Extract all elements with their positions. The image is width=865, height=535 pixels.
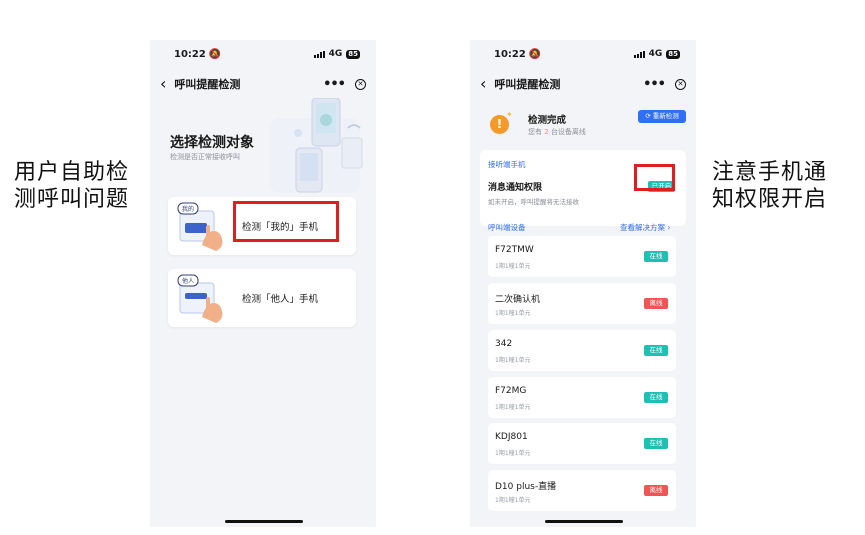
home-indicator[interactable] xyxy=(545,520,623,523)
device-status-badge: 在线 xyxy=(644,392,668,403)
page-title: 选择检测对象 xyxy=(170,135,254,151)
device-card[interactable]: 二次确认机 1期1幢1单元 离线 xyxy=(488,283,676,324)
device-name: F72TMW xyxy=(495,245,534,255)
device-status-badge: 在线 xyxy=(644,438,668,449)
more-icon[interactable]: ••• xyxy=(323,77,346,92)
close-icon[interactable]: ✕ xyxy=(355,78,366,90)
answer-section-label: 接听端手机 xyxy=(488,160,526,169)
battery-icon: 85 xyxy=(346,49,360,59)
device-location: 1期1幢1单元 xyxy=(495,497,531,504)
nav-bar: ‹ 呼叫提醒检测 ••• ✕ xyxy=(470,70,696,98)
back-icon[interactable]: ‹ xyxy=(480,76,486,92)
right-caption: 注意手机通知权限开启 xyxy=(712,160,828,212)
device-name: D10 plus-直播 xyxy=(495,482,557,492)
status-bar: 10:22 🔕 4G 85 xyxy=(150,40,376,68)
phone-check-illustration-icon xyxy=(270,98,363,193)
phone-screen-result: 10:22 🔕 4G 85 ‹ 呼叫提醒检测 ••• ✕ ! ✦ 检测完成 您有… xyxy=(470,40,696,527)
summary-subtitle: 您有 2 台设备离线 xyxy=(528,127,586,137)
status-bar: 10:22 🔕 4G 85 xyxy=(470,40,696,68)
status-time: 10:22 xyxy=(174,48,206,60)
close-icon[interactable]: ✕ xyxy=(675,78,686,90)
sparkle-icon: ✦ xyxy=(506,110,513,119)
signal-icon xyxy=(633,50,645,58)
ring-section-label: 呼叫端设备 xyxy=(488,223,526,232)
summary-title: 检测完成 xyxy=(528,115,567,126)
summary-suffix: 台设备离线 xyxy=(550,128,586,136)
status-time: 10:22 xyxy=(494,48,526,60)
device-location: 1期1幢1单元 xyxy=(495,357,531,364)
device-card[interactable]: KDJ801 1期1幢1单元 在线 xyxy=(488,423,676,464)
device-name: F72MG xyxy=(495,386,527,396)
device-card[interactable]: F72MG 1期1幢1单元 在线 xyxy=(488,377,676,418)
home-indicator[interactable] xyxy=(225,520,303,523)
redetect-button[interactable]: ⟳ 重新检测 xyxy=(638,110,686,123)
device-location: 1期1幢1单元 xyxy=(495,450,531,457)
left-caption: 用户自助检测呼叫问题 xyxy=(14,160,130,212)
signal-icon xyxy=(313,50,325,58)
device-name: 二次确认机 xyxy=(495,295,541,305)
device-status-badge: 离线 xyxy=(644,485,668,496)
device-name: KDJ801 xyxy=(495,432,528,442)
option-tag-other: 他人 xyxy=(182,277,194,285)
device-location: 1期1幢1单元 xyxy=(495,263,531,270)
nav-title: 呼叫提醒检测 xyxy=(494,78,561,91)
summary-prefix: 您有 xyxy=(528,128,542,136)
device-card[interactable]: 342 1期1幢1单元 在线 xyxy=(488,330,676,371)
network-label: 4G xyxy=(648,49,663,59)
highlight-box-mine xyxy=(233,201,339,242)
more-icon[interactable]: ••• xyxy=(643,77,666,92)
page-subtitle: 检测是否正常接收呼叫 xyxy=(170,153,240,161)
other-phone-hand-icon: 他人 xyxy=(177,274,223,323)
offline-count: 2 xyxy=(544,128,549,136)
device-status-badge: 离线 xyxy=(644,298,668,309)
option-label-other: 检测「他人」手机 xyxy=(242,294,319,305)
permission-title: 消息通知权限 xyxy=(488,183,543,193)
permission-subtitle: 如未开启，呼叫提醒将无法接收 xyxy=(488,198,579,206)
nav-bar: ‹ 呼叫提醒检测 ••• ✕ xyxy=(150,70,376,98)
network-label: 4G xyxy=(328,49,343,59)
battery-icon: 85 xyxy=(666,49,680,59)
mute-bell-icon: 🔕 xyxy=(208,48,222,60)
option-card-other[interactable]: 他人 检测「他人」手机 xyxy=(168,269,356,327)
view-solution-link[interactable]: 查看解决方案 › xyxy=(620,222,670,233)
nav-title: 呼叫提醒检测 xyxy=(174,78,241,91)
my-phone-hand-icon: 我的 xyxy=(177,202,223,251)
device-card[interactable]: D10 plus-直播 1期1幢1单元 离线 xyxy=(488,470,676,511)
device-card[interactable]: F72TMW 1期1幢1单元 在线 xyxy=(488,236,676,277)
device-status-badge: 在线 xyxy=(644,345,668,356)
device-location: 1期1幢1单元 xyxy=(495,310,531,317)
mute-bell-icon: 🔕 xyxy=(528,48,542,60)
phone-screen-select: 10:22 🔕 4G 85 ‹ 呼叫提醒检测 ••• ✕ 选择检测对象 检测是否… xyxy=(150,40,376,527)
device-name: 342 xyxy=(495,339,513,349)
device-status-badge: 在线 xyxy=(644,251,668,262)
device-location: 1期1幢1单元 xyxy=(495,404,531,411)
hero-section: 选择检测对象 检测是否正常接收呼叫 xyxy=(150,98,376,198)
back-icon[interactable]: ‹ xyxy=(160,76,166,92)
highlight-box-permission xyxy=(634,164,675,191)
option-tag-mine: 我的 xyxy=(182,205,194,213)
